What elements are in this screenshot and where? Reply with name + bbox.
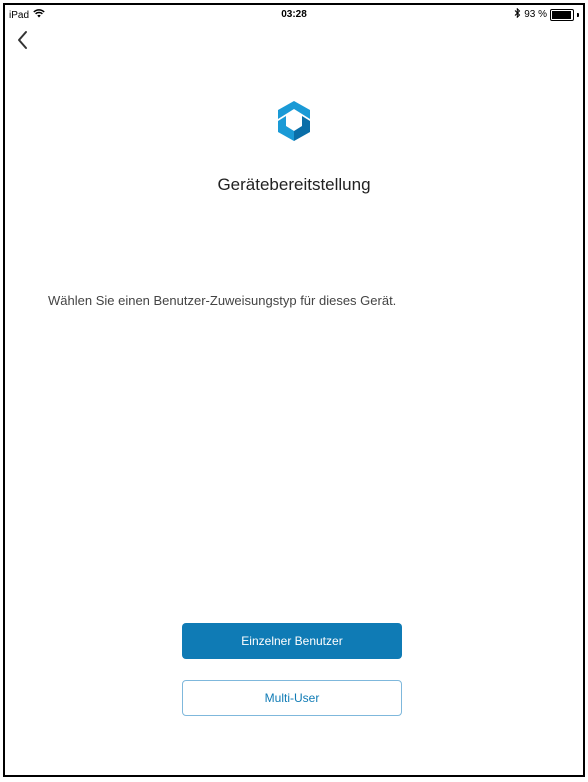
status-right: 93 % (514, 7, 579, 21)
single-user-button[interactable]: Einzelner Benutzer (182, 623, 402, 659)
multi-user-button[interactable]: Multi-User (182, 680, 402, 716)
back-button[interactable] (14, 28, 34, 52)
bluetooth-icon (514, 7, 521, 21)
battery-tip (577, 12, 579, 17)
battery-percentage: 93 % (524, 9, 547, 20)
status-bar: iPad 03:28 93 % (5, 5, 583, 25)
chevron-left-icon (18, 31, 27, 49)
battery-icon (550, 8, 574, 21)
company-portal-logo-icon (275, 99, 313, 143)
instruction-text: Wählen Sie einen Benutzer-Zuweisungstyp … (48, 293, 397, 308)
battery-fill (552, 10, 571, 19)
page-title: Gerätebereitstellung (217, 175, 371, 194)
app-window: iPad 03:28 93 % Gerätebereitstellung Wäh… (3, 3, 585, 777)
clock: 03:28 (281, 9, 307, 20)
